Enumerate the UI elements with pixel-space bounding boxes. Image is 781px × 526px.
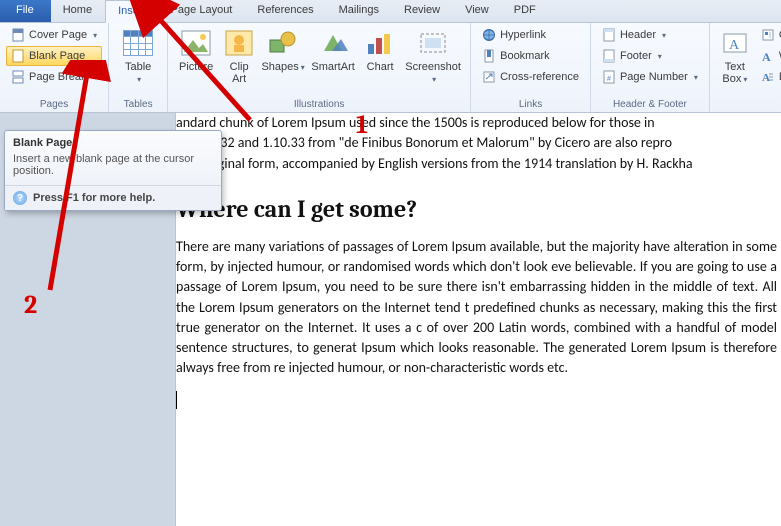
text-cursor xyxy=(176,391,177,409)
chevron-down-icon: ▾ xyxy=(432,75,436,84)
help-icon: ? xyxy=(13,191,27,205)
group-text: A TextBox▾ Quick Pa A WordAr xyxy=(710,23,781,112)
group-label-illustrations: Illustrations xyxy=(174,98,464,112)
ribbon-tabs: File Home Insert Page Layout References … xyxy=(0,0,781,23)
drop-cap-button[interactable]: A Drop Ca xyxy=(756,67,781,87)
table-icon xyxy=(122,27,154,59)
footer-button[interactable]: Footer ▾ xyxy=(597,46,703,66)
quick-parts-button[interactable]: Quick Pa xyxy=(756,25,781,45)
chevron-down-icon: ▾ xyxy=(301,63,305,72)
chevron-down-icon: ▾ xyxy=(694,73,698,82)
page-break-icon xyxy=(11,70,25,84)
group-pages: Cover Page ▾ Blank Page Page Break Page xyxy=(0,23,109,112)
text-box-button[interactable]: A TextBox▾ xyxy=(716,25,754,98)
header-icon xyxy=(602,28,616,42)
table-label: Table xyxy=(125,61,151,73)
group-tables: Table ▾ Tables xyxy=(109,23,168,112)
group-label-tables: Tables xyxy=(115,98,161,112)
page-number-icon: # xyxy=(602,70,616,84)
table-button[interactable]: Table ▾ xyxy=(115,25,161,98)
tab-references[interactable]: References xyxy=(245,0,326,22)
wordart-button[interactable]: A WordAr xyxy=(756,46,781,66)
bookmark-icon xyxy=(482,49,496,63)
tooltip-title: Blank Page xyxy=(5,131,221,151)
tooltip-body: Insert a new blank page at the cursor po… xyxy=(5,151,221,185)
cross-reference-button[interactable]: Cross-reference xyxy=(477,67,584,87)
svg-text:#: # xyxy=(607,76,611,83)
page-break-button[interactable]: Page Break xyxy=(6,67,102,87)
group-label-text xyxy=(716,98,781,112)
shapes-icon xyxy=(267,27,299,59)
group-label-links: Links xyxy=(477,98,584,112)
chevron-down-icon: ▾ xyxy=(658,52,662,61)
group-links: Hyperlink Bookmark Cross-reference Links xyxy=(471,23,591,112)
page-break-label: Page Break xyxy=(29,71,86,83)
footer-icon xyxy=(602,49,616,63)
cover-page-label: Cover Page xyxy=(29,29,87,41)
body-line: xact original form, accompanied by Engli… xyxy=(176,155,693,172)
chevron-down-icon: ▾ xyxy=(93,31,97,40)
body-paragraph: There are many variations of passages of… xyxy=(176,237,777,379)
clip-art-button[interactable]: ClipArt xyxy=(220,25,258,98)
document-page[interactable]: andard chunk of Lorem Ipsum used since t… xyxy=(176,113,781,526)
wordart-icon: A xyxy=(761,49,775,63)
drop-cap-icon: A xyxy=(761,70,775,84)
page-number-button[interactable]: # Page Number ▾ xyxy=(597,67,703,87)
chevron-down-icon: ▾ xyxy=(743,75,747,84)
chart-button[interactable]: Chart xyxy=(360,25,400,98)
blank-page-label: Blank Page xyxy=(29,50,85,62)
tab-page-layout[interactable]: Page Layout xyxy=(159,0,246,22)
tooltip-f1: Press F1 for more help. xyxy=(33,192,155,204)
tab-review[interactable]: Review xyxy=(392,0,453,22)
tooltip-blank-page: Blank Page Insert a new blank page at th… xyxy=(4,130,222,211)
tab-home[interactable]: Home xyxy=(51,0,105,22)
chevron-down-icon: ▾ xyxy=(662,31,666,40)
smartart-button[interactable]: SmartArt xyxy=(308,25,358,98)
text-box-icon: A xyxy=(719,27,751,59)
picture-icon xyxy=(180,27,212,59)
picture-label: Picture xyxy=(179,61,213,73)
body-line: andard chunk of Lorem Ipsum used since t… xyxy=(176,114,655,131)
svg-text:A: A xyxy=(762,72,770,84)
group-label-pages: Pages xyxy=(6,98,102,112)
clip-art-icon xyxy=(223,27,255,59)
hyperlink-button[interactable]: Hyperlink xyxy=(477,25,584,45)
group-header-footer: Header ▾ Footer ▾ # Page Number ▾ xyxy=(591,23,710,112)
header-button[interactable]: Header ▾ xyxy=(597,25,703,45)
blank-page-icon xyxy=(11,49,25,63)
screenshot-button[interactable]: Screenshot▾ xyxy=(402,25,464,98)
chevron-down-icon: ▾ xyxy=(137,75,141,84)
hyperlink-icon xyxy=(482,28,496,42)
blank-page-button[interactable]: Blank Page xyxy=(6,46,102,66)
tab-insert[interactable]: Insert xyxy=(105,0,159,23)
svg-text:A: A xyxy=(729,38,740,53)
screenshot-icon xyxy=(417,27,449,59)
bookmark-button[interactable]: Bookmark xyxy=(477,46,584,66)
ribbon: Cover Page ▾ Blank Page Page Break Page xyxy=(0,23,781,113)
body-line: ns 1.10.32 and 1.10.33 from "de Finibus … xyxy=(176,134,672,151)
cover-page-button[interactable]: Cover Page ▾ xyxy=(6,25,102,45)
cross-ref-icon xyxy=(482,70,496,84)
heading: Where can I get some? xyxy=(176,192,777,227)
shapes-button[interactable]: Shapes▾ xyxy=(260,25,306,98)
tab-mailings[interactable]: Mailings xyxy=(327,0,392,22)
smartart-icon xyxy=(317,27,349,59)
picture-button[interactable]: Picture xyxy=(174,25,218,98)
quick-parts-icon xyxy=(761,28,775,42)
svg-text:A: A xyxy=(762,50,771,63)
tab-pdf[interactable]: PDF xyxy=(502,0,549,22)
cover-page-icon xyxy=(11,28,25,42)
tab-view[interactable]: View xyxy=(453,0,502,22)
chart-icon xyxy=(364,27,396,59)
group-label-header-footer: Header & Footer xyxy=(597,98,703,112)
group-illustrations: Picture ClipArt Shapes▾ SmartArt xyxy=(168,23,471,112)
tab-file[interactable]: File xyxy=(0,0,51,22)
tooltip-footer: ? Press F1 for more help. xyxy=(5,185,221,210)
